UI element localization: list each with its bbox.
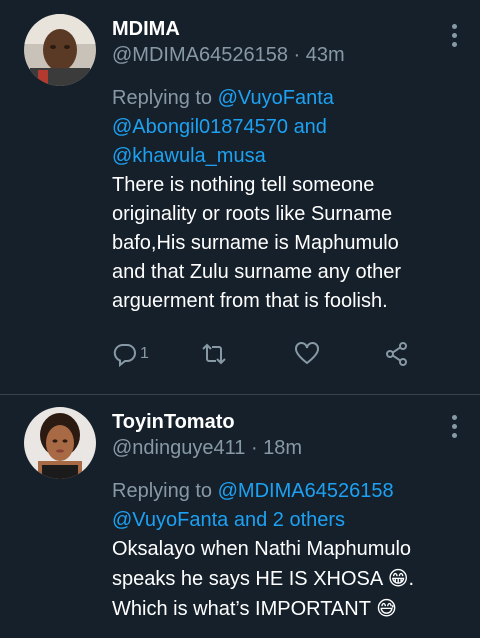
replying-to: Replying to @MDIMA64526158 @VuyoFanta an… <box>112 477 440 535</box>
mention-link[interactable]: @Abongil01874570 and <box>112 116 327 138</box>
reply-count: 1 <box>140 345 149 362</box>
separator: · <box>250 437 258 459</box>
replying-to: Replying to @VuyoFanta @Abongil01874570 … <box>112 84 440 171</box>
tweet-text-fragment: Which is what’s IMPORTANT <box>112 598 377 620</box>
mention-link[interactable]: @MDIMA64526158 <box>218 480 394 502</box>
tweet-text-line: and that Zulu surname any other <box>112 261 402 283</box>
reply-button[interactable]: 1 <box>112 340 149 368</box>
avatar-image <box>24 14 96 86</box>
display-name[interactable]: ToyinTomato <box>112 409 440 435</box>
timestamp[interactable]: 18m <box>263 437 302 459</box>
like-icon <box>295 342 319 365</box>
replying-prefix: Replying to <box>112 87 218 109</box>
tweet-text: There is nothing tell someone originalit… <box>112 171 440 316</box>
tweet-text-fragment: . <box>408 568 415 590</box>
grinning-emoji-icon: 😁 <box>387 566 409 590</box>
timestamp[interactable]: 43m <box>306 44 345 66</box>
avatar[interactable] <box>24 407 96 479</box>
tweet-text-fragment: speaks he says HE IS XHOSA <box>112 568 388 590</box>
tweet-text: Oksalayo when Nathi Maphumulo speaks he … <box>112 535 440 624</box>
avatar[interactable] <box>24 14 96 86</box>
separator: · <box>293 44 301 66</box>
tweet-text-line: arguerment from that is foolish. <box>112 290 388 312</box>
avatar-image <box>24 407 96 479</box>
tweet-text-line: originality or roots like Surname <box>112 203 393 225</box>
replying-prefix: Replying to <box>112 480 218 502</box>
more-options-icon[interactable] <box>450 24 458 48</box>
mention-link[interactable]: @VuyoFanta and 2 others <box>112 509 345 531</box>
share-icon <box>386 342 407 366</box>
tweet-text-line: speaks he says HE IS XHOSA 😁. <box>112 564 440 594</box>
mention-link[interactable]: @khawula_musa <box>112 145 266 167</box>
more-options-icon[interactable] <box>450 415 458 439</box>
tweet[interactable]: ToyinTomato @ndinguye411 · 18m Replying … <box>0 395 480 638</box>
mention-link[interactable]: @VuyoFanta <box>218 87 334 109</box>
tweet-text-line: bafo,His surname is Maphumulo <box>112 232 399 254</box>
tweet-actions: 1 <box>112 340 412 368</box>
sweat-smile-emoji-icon: 😅 <box>376 596 397 620</box>
retweet-icon <box>202 343 226 365</box>
reply-icon <box>113 343 136 367</box>
tweet-text-line: Oksalayo when Nathi Maphumulo <box>112 538 412 560</box>
tweet-text-line: There is nothing tell someone <box>112 174 375 196</box>
tweet[interactable]: MDIMA @MDIMA64526158 · 43m Replying to @… <box>0 0 480 394</box>
display-name[interactable]: MDIMA <box>112 16 440 42</box>
share-button[interactable] <box>384 340 410 368</box>
like-button[interactable] <box>294 340 320 368</box>
retweet-button[interactable] <box>201 340 227 368</box>
user-handle[interactable]: @ndinguye411 <box>112 437 245 459</box>
tweet-text-line: Which is what’s IMPORTANT 😅 <box>112 594 440 624</box>
user-handle[interactable]: @MDIMA64526158 <box>112 44 288 66</box>
